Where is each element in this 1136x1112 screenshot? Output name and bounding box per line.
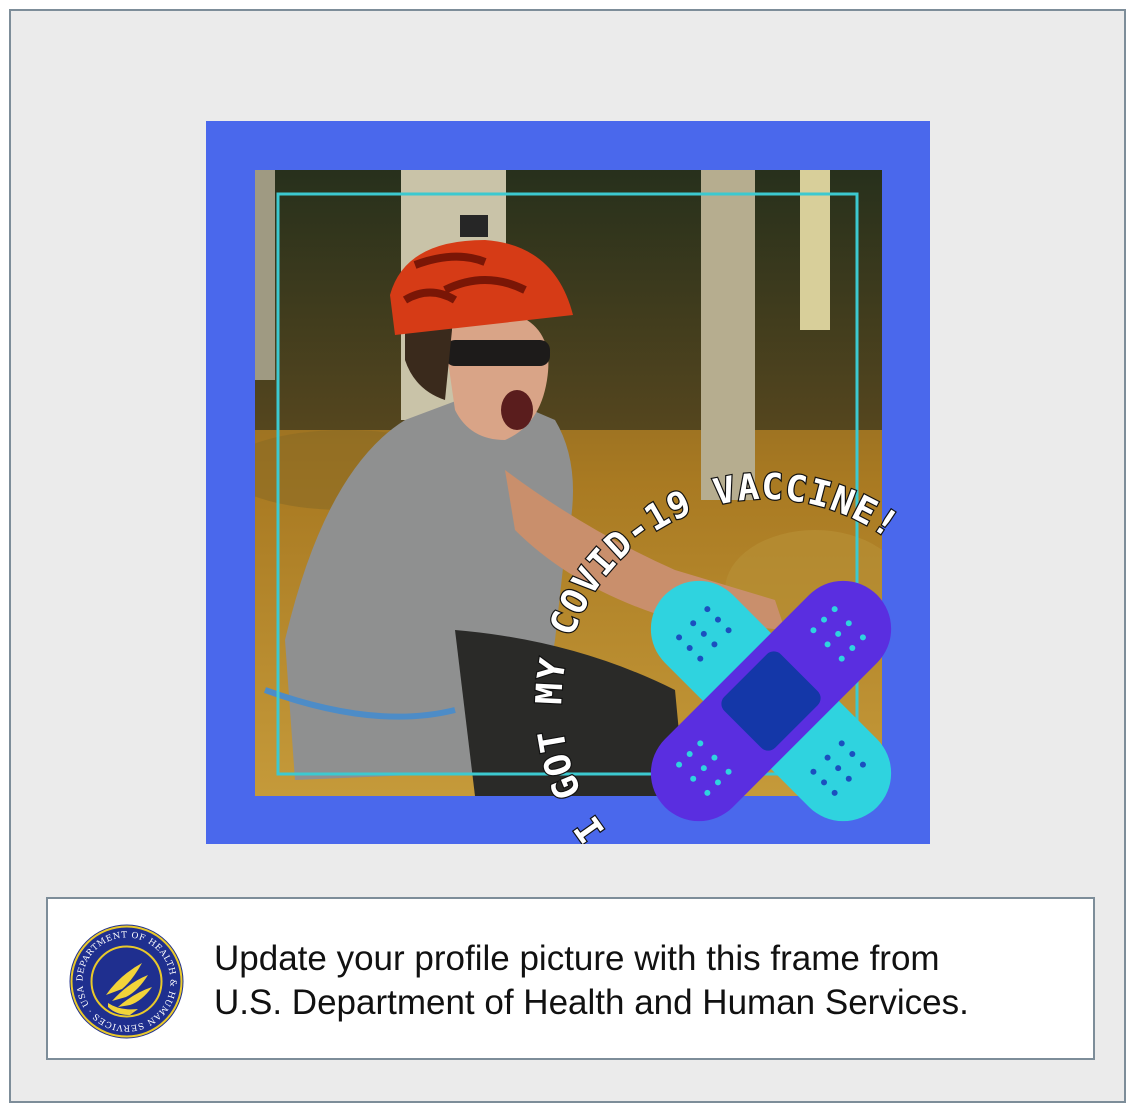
hhs-seal-logo: DEPARTMENT OF HEALTH & HUMAN SERVICES · …: [66, 916, 185, 1040]
info-caption-box: DEPARTMENT OF HEALTH & HUMAN SERVICES · …: [46, 897, 1095, 1060]
profile-photo: [255, 170, 882, 796]
caption-line-2: U.S. Department of Health and Human Serv…: [214, 983, 969, 1022]
caption-text: Update your profile picture with this fr…: [214, 937, 1074, 1025]
caption-line-1: Update your profile picture with this fr…: [214, 939, 940, 978]
